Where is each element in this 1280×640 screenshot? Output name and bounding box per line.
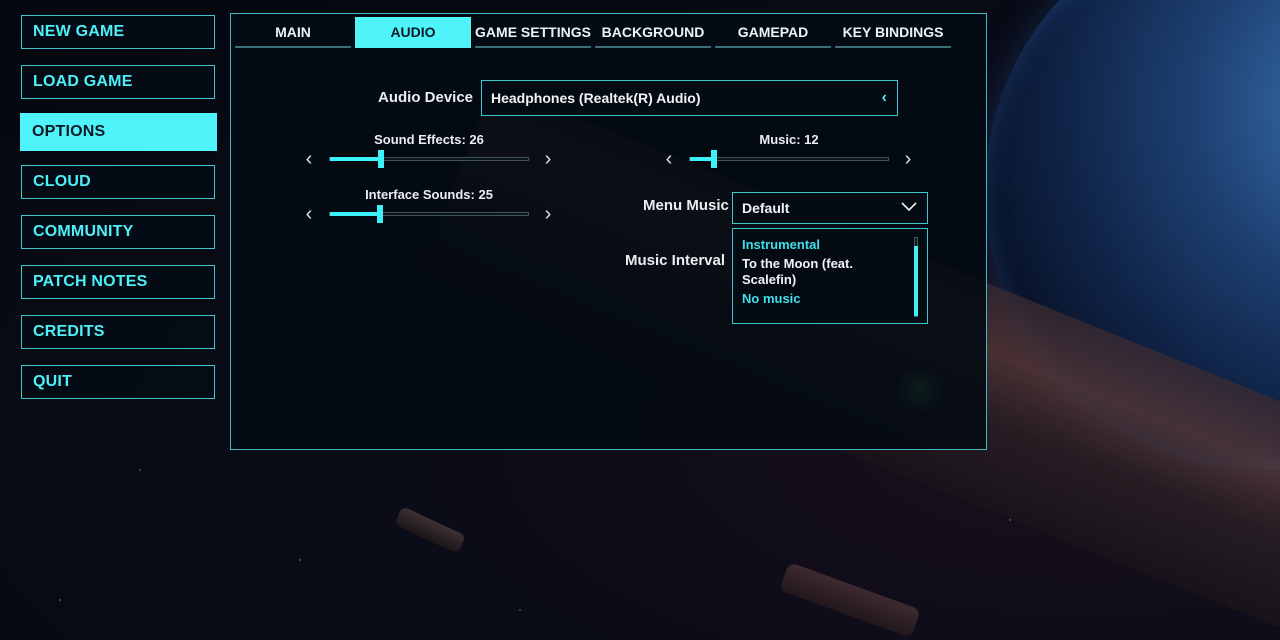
sound-effects-increase-button[interactable]: › [539, 147, 557, 171]
interface-sounds-title: Interface Sounds: 25 [365, 187, 493, 202]
options-panel: MAIN AUDIO GAME SETTINGS BACKGROUND GAME… [230, 13, 987, 450]
menu-community-button[interactable]: COMMUNITY [21, 215, 215, 249]
slider-fill [330, 212, 380, 216]
menu-credits-button[interactable]: CREDITS [21, 315, 215, 349]
slider-thumb[interactable] [376, 205, 383, 223]
tab-key-bindings[interactable]: KEY BINDINGS [835, 17, 951, 48]
music-decrease-button[interactable]: ‹ [660, 147, 678, 171]
tab-game-settings[interactable]: GAME SETTINGS [475, 17, 591, 48]
slider-fill [330, 157, 382, 161]
music-interval-list[interactable]: Instrumental To the Moon (feat. Scalefin… [732, 228, 928, 324]
menu-cloud-button[interactable]: CLOUD [21, 165, 215, 199]
menu-patch-notes-button[interactable]: PATCH NOTES [21, 265, 215, 299]
chevron-left-icon: ‹ [881, 89, 887, 106]
list-item[interactable]: No music [742, 291, 902, 307]
list-item[interactable]: To the Moon (feat. Scalefin) [742, 256, 902, 288]
tab-gamepad[interactable]: GAMEPAD [715, 17, 831, 48]
menu-load-game-button[interactable]: LOAD GAME [21, 65, 215, 99]
interface-sounds-decrease-button[interactable]: ‹ [300, 202, 318, 226]
menu-music-value: Default [742, 200, 790, 216]
audio-device-label: Audio Device [378, 89, 474, 106]
menu-options-button[interactable]: OPTIONS [20, 113, 217, 151]
slider-thumb[interactable] [378, 150, 385, 168]
sound-effects-decrease-button[interactable]: ‹ [300, 147, 318, 171]
music-slider[interactable] [689, 150, 889, 168]
music-title: Music: 12 [759, 132, 819, 147]
music-increase-button[interactable]: › [899, 147, 917, 171]
slider-thumb[interactable] [710, 150, 717, 168]
list-item[interactable]: Instrumental [742, 237, 902, 253]
tab-main[interactable]: MAIN [235, 17, 351, 48]
sound-effects-title: Sound Effects: 26 [374, 132, 484, 147]
menu-quit-button[interactable]: QUIT [21, 365, 215, 399]
tab-audio[interactable]: AUDIO [355, 17, 471, 48]
interface-sounds-increase-button[interactable]: › [539, 202, 557, 226]
music-interval-label: Music Interval [625, 252, 726, 269]
chevron-down-icon [901, 199, 917, 217]
tab-background[interactable]: BACKGROUND [595, 17, 711, 48]
menu-music-label: Menu Music [643, 197, 729, 214]
sound-effects-slider[interactable] [329, 150, 529, 168]
audio-device-value: Headphones (Realtek(R) Audio) [491, 90, 701, 106]
scrollbar-grip[interactable] [914, 246, 918, 316]
list-scrollbar[interactable] [914, 237, 918, 317]
audio-device-dropdown[interactable]: Headphones (Realtek(R) Audio) ‹ [481, 80, 898, 116]
menu-music-dropdown[interactable]: Default [732, 192, 928, 224]
menu-new-game-button[interactable]: NEW GAME [21, 15, 215, 49]
interface-sounds-slider[interactable] [329, 205, 529, 223]
